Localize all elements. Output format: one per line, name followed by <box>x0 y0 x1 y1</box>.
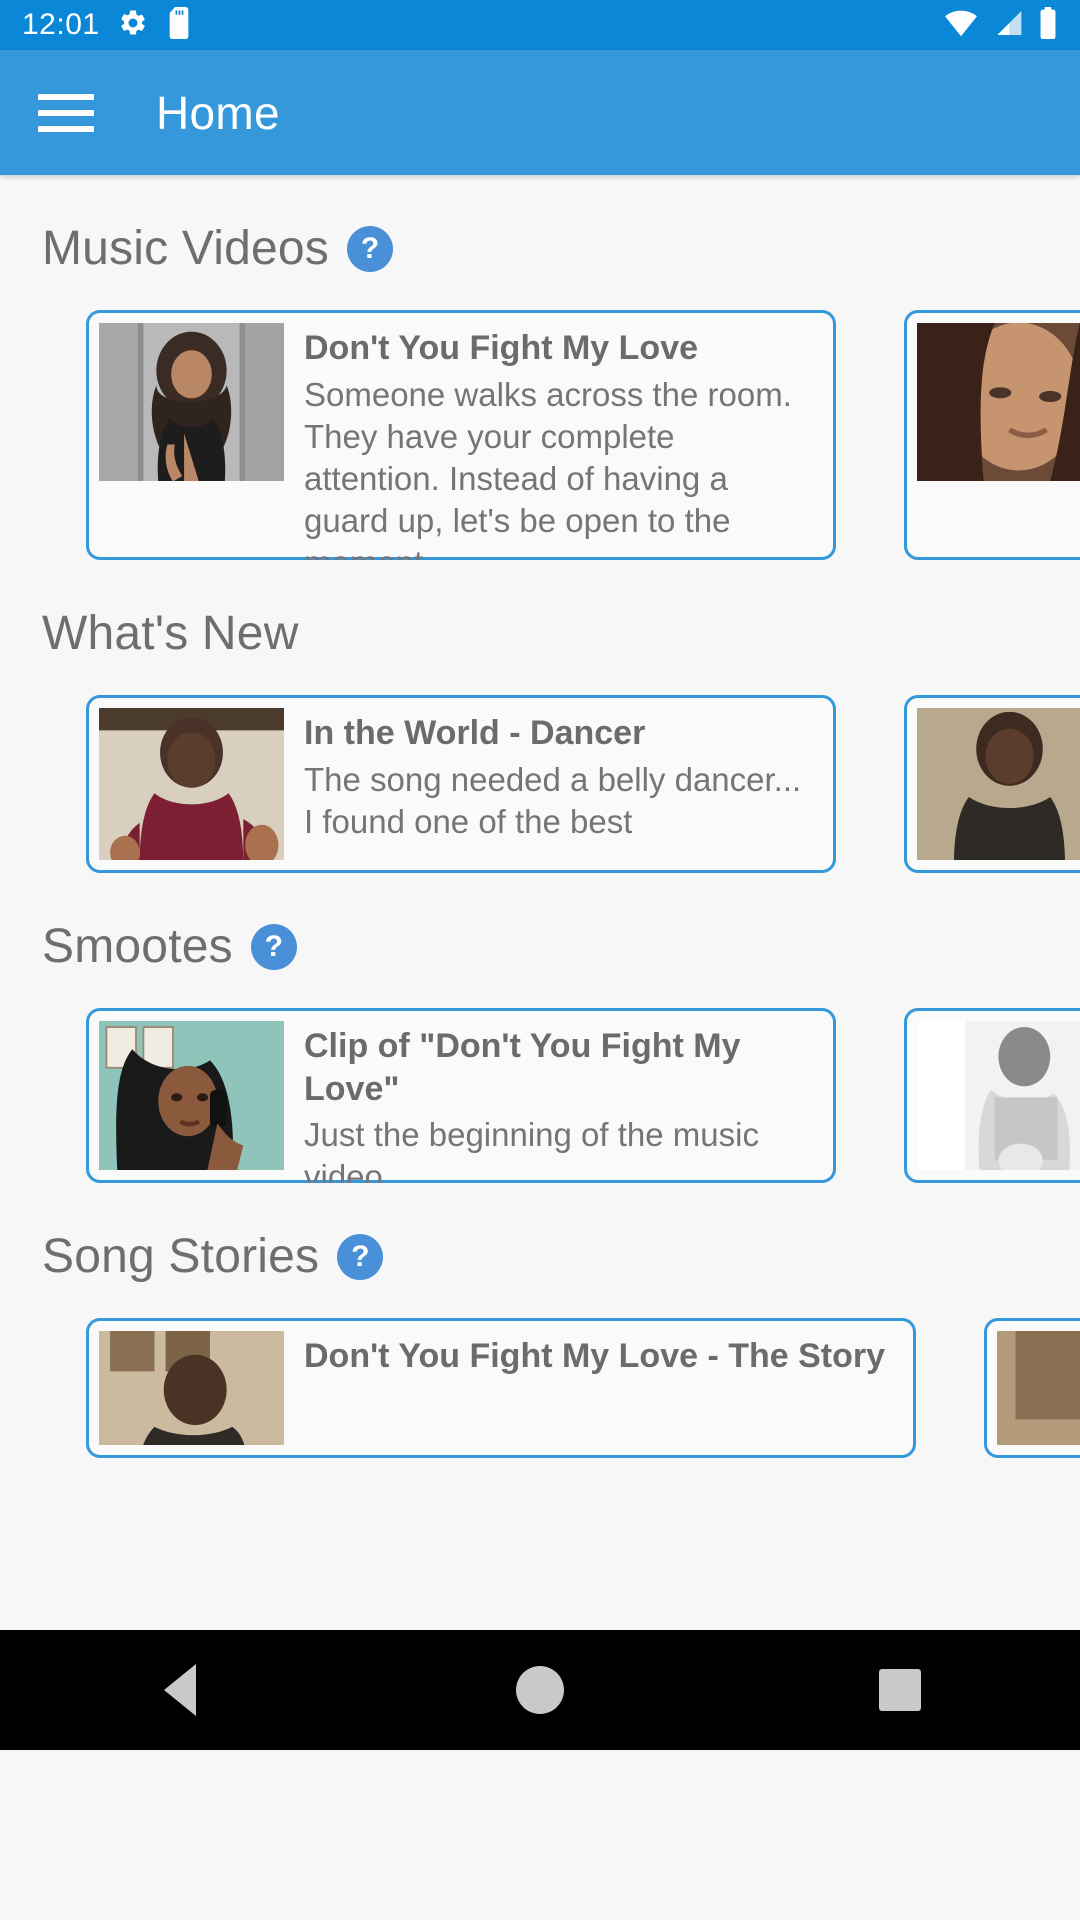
battery-icon <box>1038 6 1058 44</box>
section-music-videos: Music Videos ? Don't You Fight My Love S… <box>0 221 1080 560</box>
status-bar-clock: 12:01 <box>22 8 100 41</box>
section-header: What's New <box>0 606 1080 661</box>
help-icon[interactable]: ? <box>346 225 393 272</box>
card-thumbnail <box>99 1331 284 1445</box>
card-thumbnail <box>917 708 1080 860</box>
recents-square-icon <box>879 1669 921 1711</box>
android-navigation-bar <box>0 1630 1080 1750</box>
status-bar-right <box>944 6 1058 44</box>
status-bar: 12:01 <box>0 0 1080 50</box>
card-body: Clip of "Don't You Fight My Love" Just t… <box>298 1021 823 1183</box>
media-card[interactable] <box>984 1318 1080 1458</box>
card-carousel[interactable]: Clip of "Don't You Fight My Love" Just t… <box>0 1008 1080 1183</box>
section-title: Smootes <box>42 920 233 973</box>
back-triangle-icon <box>164 1664 196 1716</box>
section-header: Song Stories ? <box>0 1229 1080 1284</box>
status-bar-left: 12:01 <box>22 6 192 44</box>
card-thumbnail <box>917 1021 1080 1170</box>
card-carousel[interactable]: In the World - Dancer The song needed a … <box>0 695 1080 873</box>
media-card[interactable]: Don't You Fight My Love - The Story <box>86 1318 916 1458</box>
help-icon[interactable]: ? <box>337 1233 384 1280</box>
help-icon[interactable]: ? <box>250 923 297 970</box>
card-title: In the World - Dancer <box>304 714 646 752</box>
card-body: Don't You Fight My Love - The Story <box>298 1331 893 1445</box>
section-header: Smootes ? <box>0 919 1080 974</box>
section-whats-new: What's New In the World - Dancer The son… <box>0 606 1080 873</box>
card-thumbnail <box>997 1331 1080 1445</box>
home-button[interactable] <box>480 1666 600 1714</box>
media-card[interactable]: Clip of "Don't You Fight My Love" Just t… <box>86 1008 836 1183</box>
recents-button[interactable] <box>840 1669 960 1711</box>
card-title: Clip of "Don't You Fight My Love" <box>304 1027 741 1108</box>
card-thumbnail <box>99 323 284 481</box>
section-title: What's New <box>42 607 299 660</box>
card-description: Someone walks across the room. They have… <box>304 375 792 561</box>
media-card[interactable] <box>904 695 1080 873</box>
back-button[interactable] <box>120 1664 240 1716</box>
scrollable-content[interactable]: Music Videos ? Don't You Fight My Love S… <box>0 175 1080 1750</box>
media-card[interactable]: In the World - Dancer The song needed a … <box>86 695 836 873</box>
card-description: The song needed a belly dancer... I foun… <box>304 760 802 840</box>
card-body: Don't You Fight My Love Someone walks ac… <box>298 323 823 560</box>
card-thumbnail <box>99 708 284 860</box>
page-title: Home <box>156 86 280 139</box>
app-bar: Home <box>0 50 1080 175</box>
section-title: Song Stories <box>42 1230 320 1283</box>
card-thumbnail <box>99 1021 284 1170</box>
media-card[interactable]: Don't You Fight My Love Someone walks ac… <box>86 310 836 560</box>
media-card[interactable] <box>904 1008 1080 1183</box>
section-title: Music Videos <box>42 222 329 275</box>
section-header: Music Videos ? <box>0 221 1080 276</box>
hamburger-line <box>38 125 94 132</box>
wifi-icon <box>944 9 978 42</box>
card-thumbnail <box>917 323 1080 481</box>
card-title: Don't You Fight My Love <box>304 329 699 367</box>
hamburger-line <box>38 93 94 100</box>
sd-card-icon <box>166 6 192 44</box>
media-card[interactable] <box>904 310 1080 560</box>
card-carousel[interactable]: Don't You Fight My Love Someone walks ac… <box>0 310 1080 560</box>
section-song-stories: Song Stories ? Don't You Fight My Love -… <box>0 1229 1080 1458</box>
card-body: In the World - Dancer The song needed a … <box>298 708 823 860</box>
home-circle-icon <box>516 1666 564 1714</box>
hamburger-line <box>38 109 94 116</box>
cell-signal-icon <box>992 9 1024 42</box>
gear-icon <box>118 8 148 43</box>
card-carousel[interactable]: Don't You Fight My Love - The Story <box>0 1318 1080 1458</box>
hamburger-menu-icon[interactable] <box>38 93 94 132</box>
card-description: Just the beginning of the music video <box>304 1116 759 1183</box>
card-title: Don't You Fight My Love - The Story <box>304 1337 886 1375</box>
section-smootes: Smootes ? Clip of "Don't You Fight My Lo… <box>0 919 1080 1183</box>
